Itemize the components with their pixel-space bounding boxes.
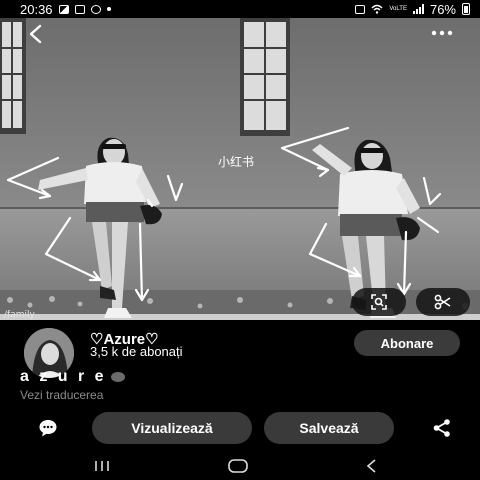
more-options-button[interactable] xyxy=(430,24,454,42)
photo-watermark: 小红书 xyxy=(218,154,254,169)
share-icon xyxy=(433,419,450,437)
pin-title: a z u r e xyxy=(20,368,125,386)
gallery-notification-icon xyxy=(58,4,69,14)
comment-icon xyxy=(39,420,57,437)
pin-photo-illustration: 小红书 /family xyxy=(0,18,480,320)
strawberry-emoji-icon xyxy=(110,371,125,382)
cutout-button[interactable] xyxy=(416,288,470,316)
visual-search-button[interactable] xyxy=(352,288,406,316)
recents-button[interactable] xyxy=(90,458,114,474)
pin-image[interactable]: 小红书 /family xyxy=(0,18,480,320)
more-notifications-icon xyxy=(106,7,111,11)
pin-title-text: a z u r e xyxy=(20,368,107,385)
system-nav-bar xyxy=(0,452,480,480)
more-dots-icon xyxy=(431,30,453,36)
status-time: 20:36 xyxy=(20,1,53,17)
alarm-icon xyxy=(355,4,366,14)
follow-button[interactable]: Abonare xyxy=(354,330,460,356)
battery-icon xyxy=(462,3,470,15)
left-window xyxy=(0,18,26,134)
wifi-icon xyxy=(371,4,383,14)
see-translation-link[interactable]: Vezi traducerea xyxy=(20,388,103,402)
visual-search-icon xyxy=(371,294,387,310)
message-notification-icon xyxy=(74,4,85,14)
home-button[interactable] xyxy=(226,458,250,474)
network-type-label: VoLTE xyxy=(389,6,407,12)
system-back-icon xyxy=(366,459,376,473)
right-window xyxy=(240,18,290,136)
home-icon xyxy=(228,459,248,473)
recents-icon xyxy=(95,461,109,471)
back-button[interactable] xyxy=(24,22,48,46)
status-right: VoLTE 76% xyxy=(355,2,470,17)
back-arrow-icon xyxy=(29,24,42,44)
instagram-notification-icon xyxy=(90,4,101,14)
status-left: 20:36 xyxy=(20,2,111,17)
photo-source-label: /family xyxy=(4,310,35,320)
signal-icon xyxy=(412,4,424,14)
author-subscribers: 3,5 k de abonați xyxy=(90,344,183,359)
system-back-button[interactable] xyxy=(360,458,384,474)
save-button[interactable]: Salvează xyxy=(264,412,394,444)
status-bar: 20:36 VoLTE 76% xyxy=(0,0,480,18)
battery-percent: 76% xyxy=(429,1,456,17)
view-button[interactable]: Vizualizează xyxy=(92,412,252,444)
scissors-icon xyxy=(434,294,451,310)
share-button[interactable] xyxy=(432,418,452,438)
comment-button[interactable] xyxy=(38,418,58,438)
